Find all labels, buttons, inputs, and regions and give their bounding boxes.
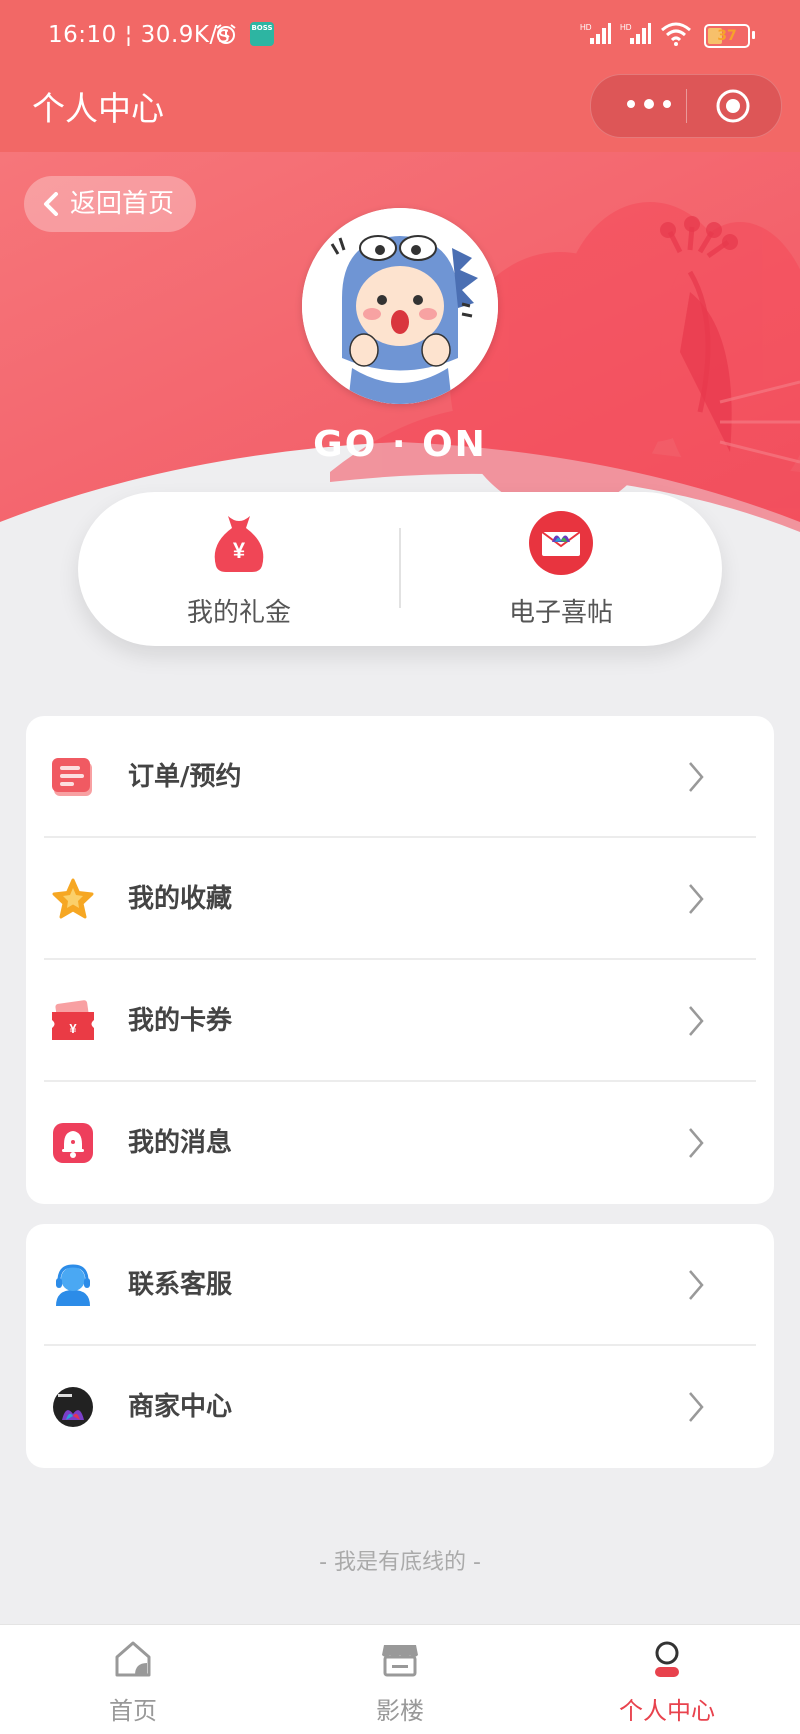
chevron-right-icon (689, 1128, 704, 1158)
e-invitation-button[interactable]: 电子喜帖 (400, 492, 722, 646)
money-bag-icon: ¥ (214, 516, 264, 572)
profile-icon (655, 1641, 679, 1677)
tab-profile-label: 个人中心 (619, 1697, 715, 1725)
menu-label-orders: 订单/预约 (128, 762, 242, 792)
menu-label-messages: 我的消息 (128, 1128, 233, 1158)
signal-icon: HD (580, 23, 611, 44)
tab-studio-label: 影楼 (376, 1697, 424, 1725)
tab-home-label: 首页 (109, 1697, 157, 1725)
avatar[interactable] (302, 208, 498, 404)
menu-label-customer-service: 联系客服 (128, 1270, 233, 1300)
menu-item-messages[interactable]: 我的消息 (26, 1082, 774, 1204)
menu-item-favorites[interactable]: 我的收藏 (26, 838, 774, 960)
chevron-right-icon (689, 1006, 704, 1036)
back-home-button[interactable]: 返回首页 (24, 176, 196, 232)
status-bar: 16:10 ¦ 30.9K/s BOSS HD HD 37 (0, 0, 800, 72)
menu-item-merchant-center[interactable]: 商家中心 (26, 1346, 774, 1468)
home-icon (115, 1641, 151, 1677)
bell-icon (53, 1123, 93, 1163)
customer-service-icon (56, 1264, 90, 1306)
my-gift-money-button[interactable]: ¥ 我的礼金 (78, 492, 400, 646)
order-icon (52, 758, 92, 796)
menu-label-favorites: 我的收藏 (128, 884, 233, 914)
menu-item-orders[interactable]: 订单/预约 (26, 716, 774, 838)
menu-item-customer-service[interactable]: 联系客服 (26, 1224, 774, 1346)
merchant-logo-icon (53, 1387, 93, 1427)
menu-label-coupons: 我的卡券 (128, 1006, 233, 1036)
end-of-list-note: - 我是有底线的 - (319, 1550, 481, 1575)
svg-text:¥: ¥ (69, 1021, 77, 1036)
invitation-icon (529, 511, 593, 575)
menu-card-secondary: 联系客服 商家中心 (26, 1224, 774, 1468)
alarm-icon (216, 24, 236, 44)
username: GO · ON (313, 424, 487, 465)
shop-icon (382, 1645, 418, 1677)
wifi-icon (661, 22, 691, 46)
tab-studio[interactable]: 影楼 (267, 1625, 533, 1734)
close-miniprogram-icon[interactable] (715, 88, 751, 124)
chevron-right-icon (689, 1270, 704, 1300)
menu-card-primary: 订单/预约 我的收藏 ¥ 我的卡券 我的消息 (26, 716, 774, 1204)
coupon-icon: ¥ (52, 1000, 94, 1040)
quick-actions-card: ¥ 我的礼金 电子喜帖 (78, 492, 722, 646)
svg-text:HD: HD (620, 23, 632, 32)
miniprogram-capsule (590, 74, 782, 138)
e-invitation-label: 电子喜帖 (508, 598, 613, 628)
app-header: 16:10 ¦ 30.9K/s BOSS HD HD 37 个人中心 (0, 0, 800, 152)
battery-icon: 37 (704, 24, 755, 48)
chevron-right-icon (689, 762, 704, 792)
signal-icon-2: HD (620, 23, 651, 44)
my-gift-money-label: 我的礼金 (186, 598, 291, 628)
bottom-tab-bar: 首页 影楼 个人中心 (0, 1624, 800, 1734)
chevron-left-icon (44, 192, 58, 216)
svg-text:HD: HD (580, 23, 592, 32)
more-icon[interactable] (619, 89, 679, 119)
status-time: 16:10 ¦ 30.9K/s (48, 22, 231, 48)
tab-profile[interactable]: 个人中心 (534, 1625, 800, 1734)
menu-label-merchant-center: 商家中心 (128, 1392, 233, 1422)
tab-home[interactable]: 首页 (0, 1625, 266, 1734)
boss-app-icon: BOSS (250, 22, 274, 46)
chevron-right-icon (689, 884, 704, 914)
back-home-label: 返回首页 (70, 189, 175, 219)
menu-item-coupons[interactable]: ¥ 我的卡券 (26, 960, 774, 1082)
svg-text:¥: ¥ (233, 538, 246, 563)
page-title: 个人中心 (32, 89, 164, 128)
chevron-right-icon (689, 1392, 704, 1422)
star-icon (52, 878, 94, 919)
avatar-image (302, 208, 498, 404)
